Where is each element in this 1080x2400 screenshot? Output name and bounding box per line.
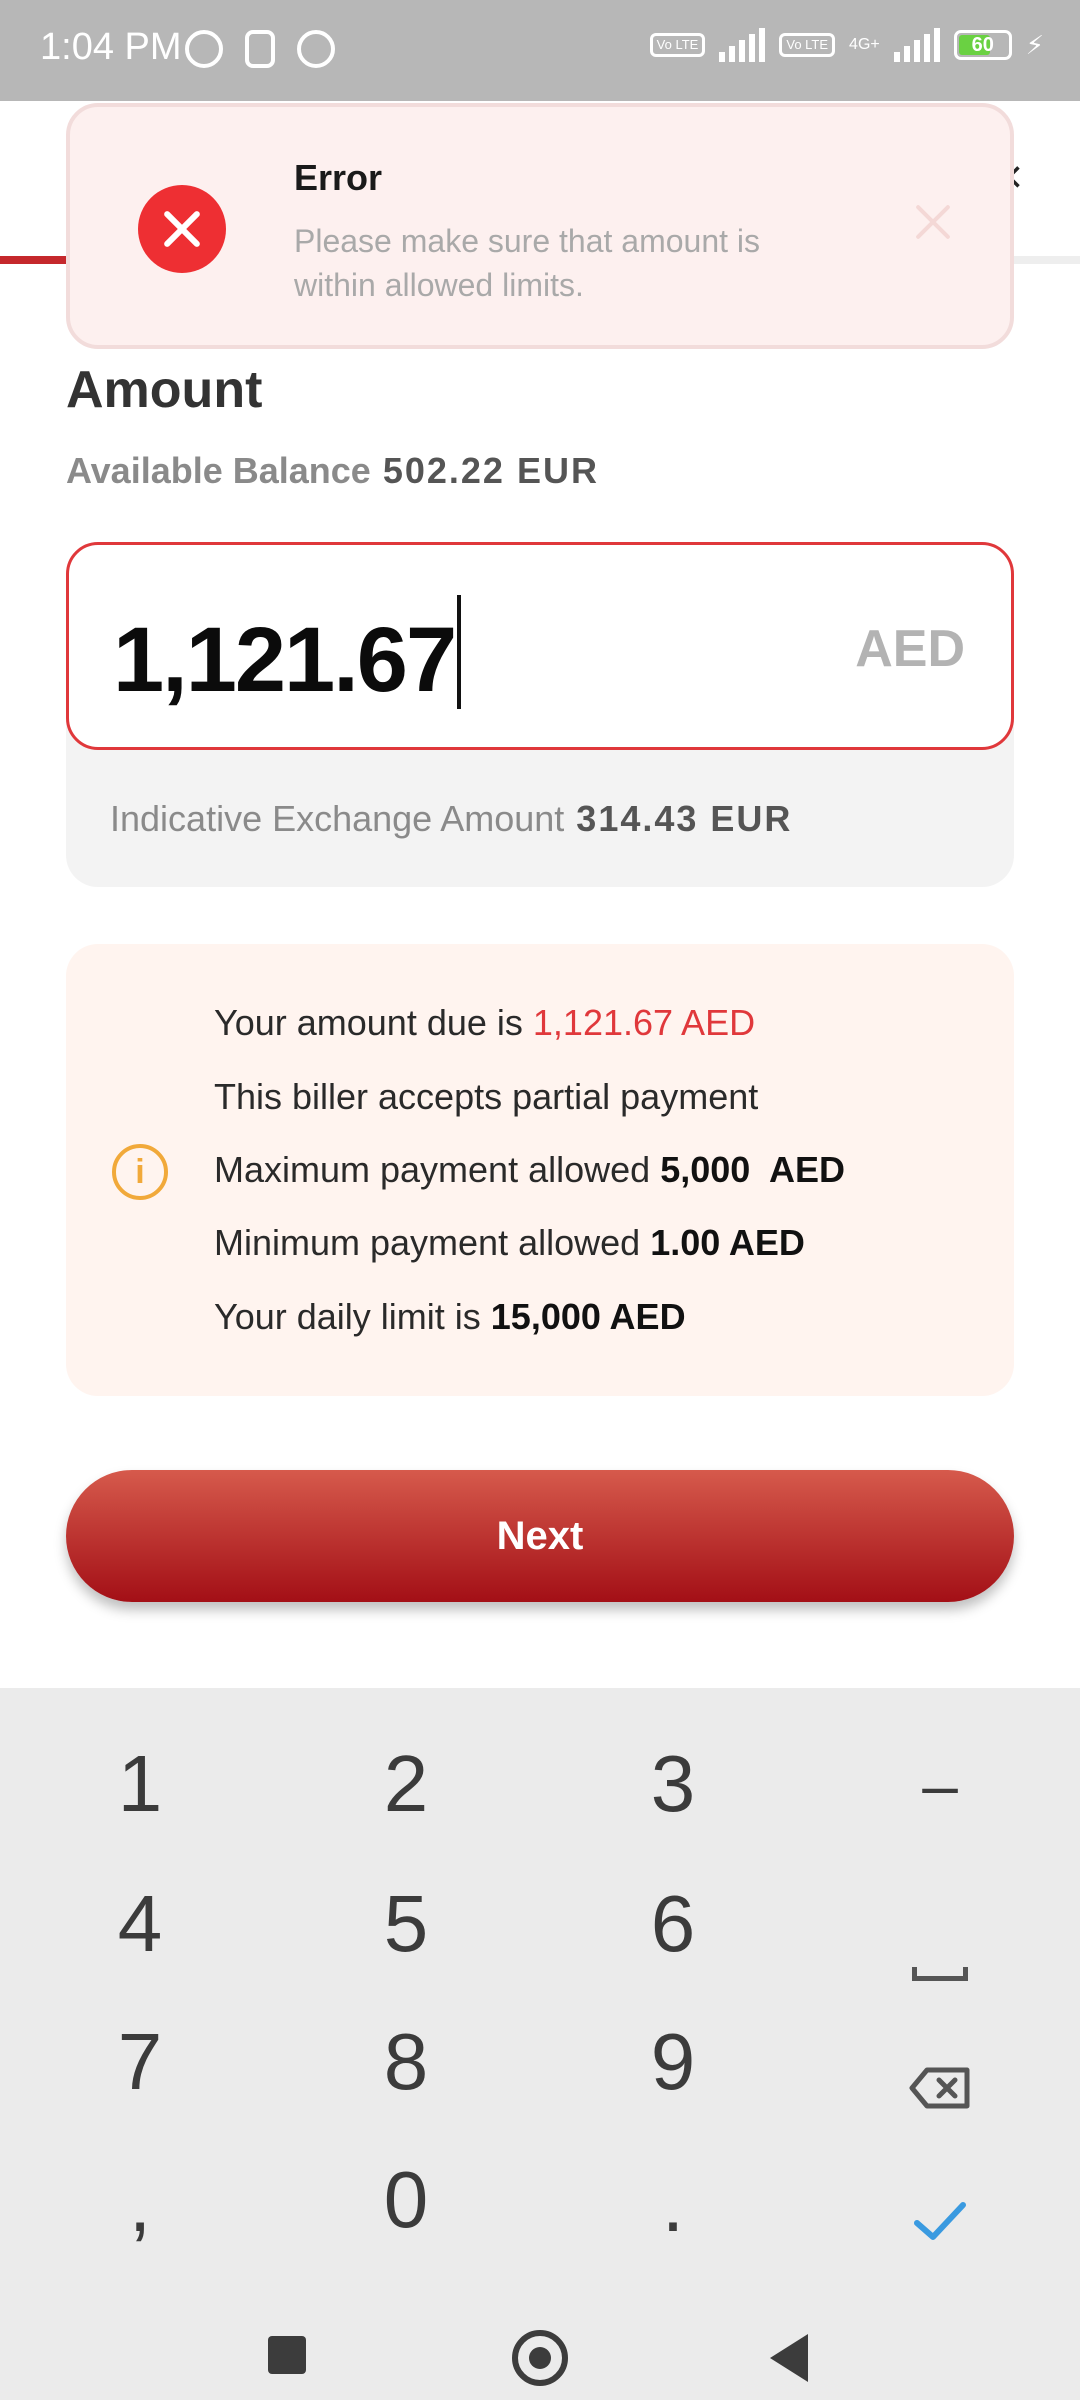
key-0[interactable]: 0 [306,2154,506,2246]
balance-label: Available Balance [66,450,371,491]
daily-limit-value: 15,000 AED [490,1296,686,1337]
amount-due-label: Your amount due is [214,1002,523,1043]
sync-icon [297,30,335,68]
exchange-value: 314.43 EUR [576,798,793,839]
space-icon [912,1967,968,1981]
alarm-icon [185,30,223,68]
amount-input[interactable]: 1,121.67 AED [66,542,1014,750]
charging-icon: ⚡ [1025,29,1044,60]
key-comma[interactable]: , [40,2158,240,2250]
battery-level: 60 [971,34,994,56]
amount-input-value-wrap[interactable]: 1,121.67 [113,595,462,713]
recents-button[interactable] [268,2336,306,2374]
key-dash[interactable]: – [840,1748,1040,1822]
progress-indicator [0,256,66,264]
volte-icon: Vo LTE [649,33,706,57]
amount-currency: AED [855,620,965,678]
amount-due-value: 1,121.67 AED [532,1002,756,1043]
status-notification-icons [185,30,335,68]
payment-info-panel: i Your amount due is 1,121.67 AED This b… [66,944,1014,1396]
done-key[interactable] [840,2170,1040,2262]
toast-message: Please make sure that amount is within a… [294,223,761,303]
status-time: 1:04 PM [40,26,182,68]
next-button[interactable]: Next [66,1470,1014,1602]
available-balance: Available Balance 502.22 EUR [66,450,599,492]
backspace-icon [909,2036,971,2109]
exchange-label: Indicative Exchange Amount [110,798,565,839]
error-toast: Error Please make sure that amount is wi… [66,103,1014,349]
back-button[interactable] [770,2334,808,2382]
partial-payment-line: This biller accepts partial payment [214,1076,759,1117]
balance-value: 502.22 EUR [382,450,599,491]
info-icon: i [112,1144,168,1200]
min-payment-value: 1.00 AED [650,1222,805,1263]
key-1[interactable]: 1 [40,1738,240,1830]
min-payment-line: Minimum payment allowed 1.00 AED [214,1222,805,1264]
battery-icon: 60 [953,30,1012,60]
min-payment-label: Minimum payment allowed [214,1222,641,1263]
toast-close-icon[interactable] [908,197,958,247]
max-payment-label: Maximum payment allowed [214,1149,651,1190]
toast-title: Error [294,157,383,198]
daily-limit-label: Your daily limit is [214,1296,481,1337]
network-type: 4G+ [849,36,880,53]
max-payment-line: Maximum payment allowed 5,000 AED [214,1149,845,1191]
key-period[interactable]: . [573,2158,773,2250]
key-2[interactable]: 2 [306,1738,506,1830]
key-6[interactable]: 6 [573,1878,773,1970]
max-payment-value: 5,000 AED [660,1149,845,1190]
volte-icon-2: Vo LTE [779,33,836,57]
status-right-icons: Vo LTE Vo LTE 4G+ 60 ⚡ [649,28,1044,62]
numeric-keyboard: 1 2 3 – 4 5 6 7 8 9 , 0 . [0,1688,1080,2400]
key-5[interactable]: 5 [306,1878,506,1970]
error-icon [138,185,226,273]
status-bar: 1:04 PM Vo LTE Vo LTE 4G+ 60 ⚡ [0,0,1080,101]
exchange-row: Indicative Exchange Amount 314.43 EUR [110,798,792,840]
backspace-key[interactable] [840,2036,1040,2128]
key-8[interactable]: 8 [306,2016,506,2108]
key-4[interactable]: 4 [40,1878,240,1970]
key-9[interactable]: 9 [573,2016,773,2108]
navigation-bar [0,2290,1080,2400]
key-3[interactable]: 3 [573,1738,773,1830]
signal-icon [719,28,766,62]
check-icon [914,2202,966,2240]
space-key[interactable] [840,1908,1040,2000]
home-button[interactable] [512,2330,568,2386]
amount-input-value[interactable]: 1,121.67 [113,609,457,711]
amount-title: Amount [66,361,263,419]
key-7[interactable]: 7 [40,2016,240,2108]
signal-icon-2 [893,28,940,62]
text-caret [457,595,462,709]
notification-icon [245,30,275,68]
daily-limit-line: Your daily limit is 15,000 AED [214,1296,686,1338]
amount-due-line: Your amount due is 1,121.67 AED [214,1002,755,1044]
